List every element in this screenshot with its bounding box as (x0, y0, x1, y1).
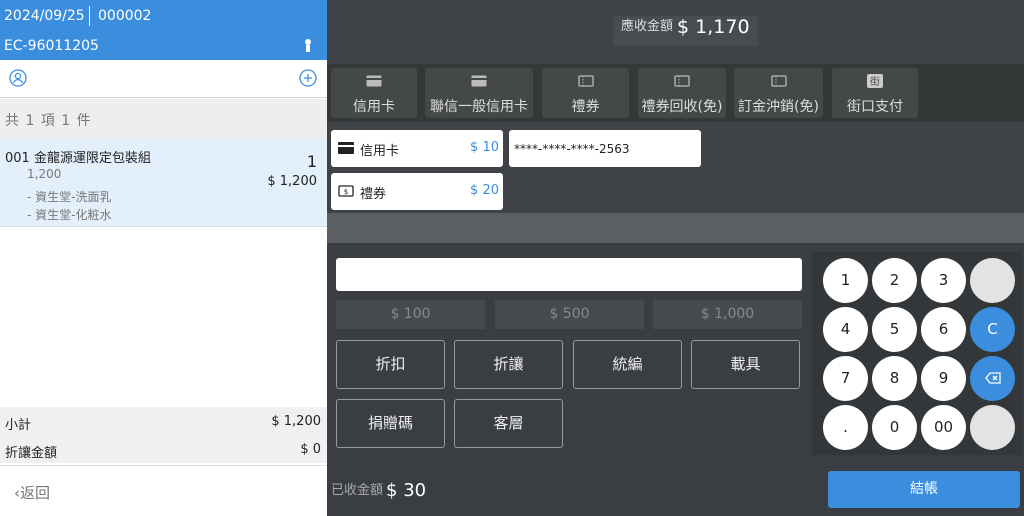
pay-type-voucher[interactable]: 禮券 (542, 68, 629, 118)
amount-due: 應收金額 $ 1,170 (613, 16, 758, 46)
subtotal-row: 小計 $ 1,200 (0, 407, 327, 435)
payment-footer: 已收金額 $ 30 結帳 (327, 464, 1024, 516)
amount-due-value: $ 1,170 (677, 16, 750, 38)
pay-type-credit-card[interactable]: 信用卡 (331, 68, 417, 118)
item-quantity: 1 (306, 152, 317, 171)
key-0[interactable]: 0 (872, 405, 917, 450)
payment-amount: $ 20 (470, 183, 499, 198)
add-customer-icon[interactable] (299, 69, 317, 87)
order-header: 2024/09/25 000002 (0, 0, 327, 32)
key-blank[interactable] (970, 405, 1015, 450)
key-blank[interactable] (970, 258, 1015, 303)
back-button[interactable]: ‹返回 (0, 465, 327, 516)
clear-button[interactable]: C (970, 307, 1015, 352)
credit-card-icon (471, 75, 487, 87)
amount-due-label: 應收金額 (621, 19, 674, 34)
section-divider (327, 213, 1024, 243)
order-serial: 000002 (98, 8, 152, 24)
key-00[interactable]: 00 (921, 405, 966, 450)
backspace-button[interactable] (970, 356, 1015, 401)
item-unit-price: 1,200 (27, 167, 62, 181)
voucher-icon (577, 75, 594, 87)
key-3[interactable]: 3 (921, 258, 966, 303)
pay-type-jkopay[interactable]: 街 街口支付 (832, 68, 918, 118)
item-component: - 資生堂-化粧水 (27, 208, 112, 222)
order-panel: 2024/09/25 000002 EC-96011205 共 1 項 1 件 … (0, 0, 327, 516)
key-9[interactable]: 9 (921, 356, 966, 401)
backspace-icon (984, 372, 1001, 384)
pay-type-voucher-return[interactable]: 禮券回收(免) (638, 68, 726, 118)
pay-type-union-credit-card[interactable]: 聯信一般信用卡 (425, 68, 533, 118)
discount-button[interactable]: 折扣 (336, 340, 445, 389)
pay-type-deposit-offset[interactable]: 訂金沖銷(免) (734, 68, 823, 118)
header-divider (89, 6, 90, 26)
card-number-value: ****-****-****-2563 (514, 142, 630, 156)
payment-amount: $ 10 (470, 140, 499, 155)
allowance-button[interactable]: 折讓 (454, 340, 563, 389)
list-item[interactable]: 001 金龍源運限定包裝組 1 1,200 $ 1,200 - 資生堂-洗面乳 … (0, 139, 327, 227)
quick-amount-1000[interactable]: $ 1,000 (653, 300, 802, 329)
subtotal-label: 小計 (5, 418, 32, 433)
payment-type-bar: 信用卡 聯信一般信用卡 禮券 禮券回收(免) 訂金沖銷(免) 街 街口支付 (327, 64, 1024, 122)
tax-id-button[interactable]: 統編 (573, 340, 682, 389)
customer-segment-button[interactable]: 客層 (454, 399, 563, 448)
discount-label: 折讓金額 (5, 446, 58, 461)
donation-code-button[interactable]: 捐贈碼 (336, 399, 445, 448)
payment-input-area: $ 100 $ 500 $ 1,000 折扣 折讓 統編 載具 捐贈碼 客層 1… (327, 243, 1024, 464)
invoice-header: EC-96011205 (0, 32, 327, 60)
item-component: - 資生堂-洗面乳 (27, 190, 112, 204)
checkout-button[interactable]: 結帳 (828, 471, 1020, 508)
discount-value: $ 0 (300, 442, 321, 457)
discount-row: 折讓金額 $ 0 (0, 435, 327, 463)
key-decimal[interactable]: . (823, 405, 868, 450)
voucher-icon: $ (338, 185, 354, 197)
voucher-icon (674, 75, 690, 87)
item-count: 共 1 項 1 件 (5, 113, 92, 129)
subtotal-value: $ 1,200 (271, 414, 321, 429)
collected-label: 已收金額 (331, 483, 384, 498)
key-5[interactable]: 5 (872, 307, 917, 352)
key-2[interactable]: 2 (872, 258, 917, 303)
jkopay-icon: 街 (867, 74, 883, 88)
user-icon[interactable] (9, 69, 27, 87)
card-number-field[interactable]: ****-****-****-2563 (509, 130, 701, 167)
invoice-number: EC-96011205 (4, 38, 99, 54)
svg-text:街: 街 (870, 75, 880, 88)
person-icon (305, 39, 311, 52)
numeric-keypad: 1 2 3 4 5 6 C 7 8 9 . 0 00 (812, 252, 1022, 455)
item-count-bar: 共 1 項 1 件 (0, 99, 327, 139)
carrier-button[interactable]: 載具 (691, 340, 800, 389)
voucher-icon (770, 75, 787, 87)
payment-panel: 應收金額 $ 1,170 信用卡 聯信一般信用卡 禮券 禮券回收(免) 訂金沖銷(… (327, 0, 1024, 516)
collected-value: $ 30 (386, 480, 427, 501)
item-total: $ 1,200 (267, 174, 317, 189)
customer-row[interactable] (0, 60, 327, 98)
credit-card-icon (366, 75, 382, 87)
credit-card-icon (338, 142, 354, 154)
order-date: 2024/09/25 (4, 8, 85, 24)
quick-amount-100[interactable]: $ 100 (336, 300, 485, 329)
svg-text:$: $ (344, 188, 348, 196)
back-label: 返回 (20, 484, 51, 502)
quick-amount-500[interactable]: $ 500 (495, 300, 644, 329)
key-4[interactable]: 4 (823, 307, 868, 352)
selected-payment-credit-card[interactable]: 信用卡 $ 10 (331, 130, 503, 167)
key-8[interactable]: 8 (872, 356, 917, 401)
amount-collected: 已收金額 $ 30 (331, 478, 427, 501)
key-6[interactable]: 6 (921, 307, 966, 352)
selected-payment-voucher[interactable]: $ 禮券 $ 20 (331, 173, 503, 210)
item-name: 001 金龍源運限定包裝組 (5, 151, 151, 166)
key-1[interactable]: 1 (823, 258, 868, 303)
key-7[interactable]: 7 (823, 356, 868, 401)
amount-input[interactable] (336, 258, 802, 291)
